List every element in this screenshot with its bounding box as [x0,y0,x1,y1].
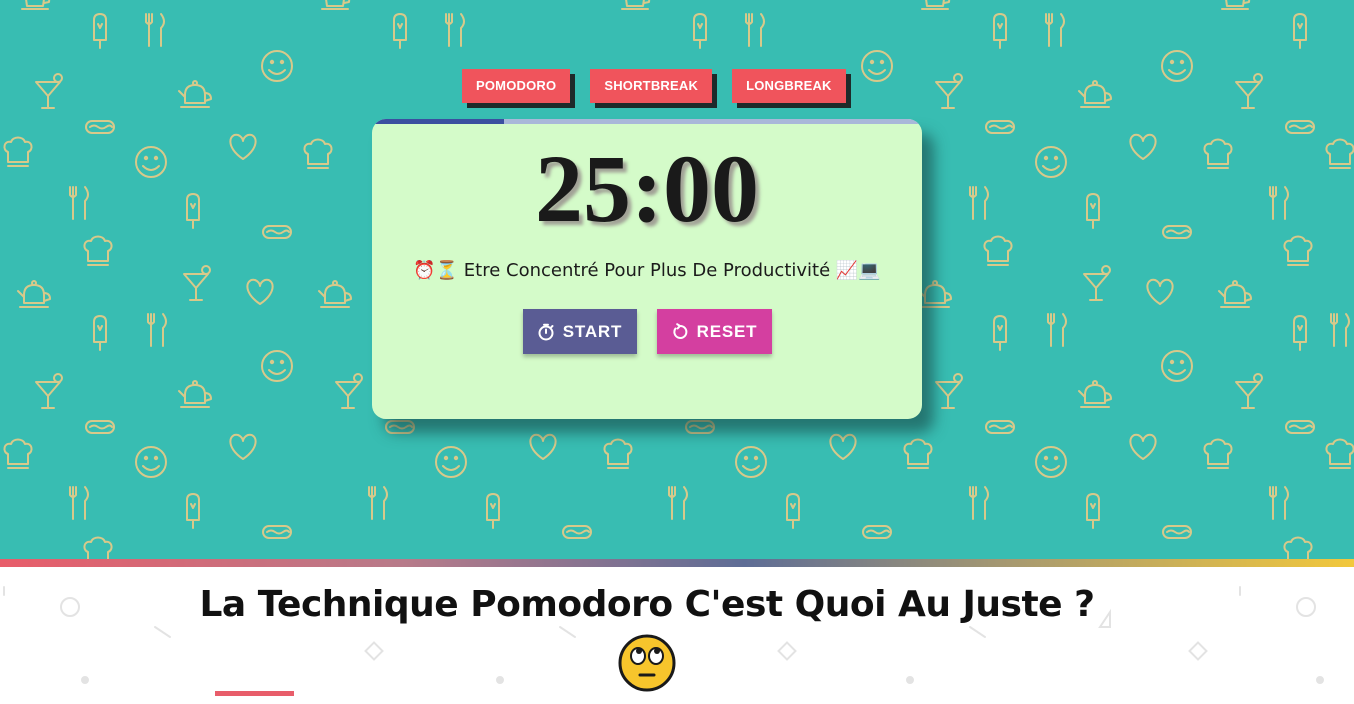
rolling-eyes-face-icon [618,634,676,692]
info-section: La Technique Pomodoro C'est Quoi Au Just… [0,567,1354,704]
timer-card: 25:00 ⏰⏳ Etre Concentré Pour Plus De Pro… [372,119,922,419]
hero-section: POMODORO SHORTBREAK LONGBREAK 25:00 ⏰⏳ E… [0,0,1354,559]
timer-controls: START RESET [372,309,922,354]
accent-underline [215,691,294,696]
reset-button-label: RESET [696,321,758,341]
pomodoro-mode-button[interactable]: POMODORO [462,69,571,103]
mode-tabs: POMODORO SHORTBREAK LONGBREAK [462,69,846,103]
gradient-divider [0,559,1354,567]
reset-button[interactable]: RESET [656,309,772,354]
progress-bar [372,119,922,124]
focus-message: ⏰⏳ Etre Concentré Pour Plus De Productiv… [413,260,881,281]
progress-bar-fill [372,119,504,124]
start-button[interactable]: START [522,309,637,354]
timer-display: 25:00 [535,135,759,242]
section-title: La Technique Pomodoro C'est Quoi Au Just… [199,584,1095,625]
refresh-icon [671,322,689,341]
stopwatch-icon [537,323,555,341]
start-button-label: START [562,321,623,341]
shortbreak-mode-button[interactable]: SHORTBREAK [590,69,713,103]
longbreak-mode-button[interactable]: LONGBREAK [732,69,846,103]
